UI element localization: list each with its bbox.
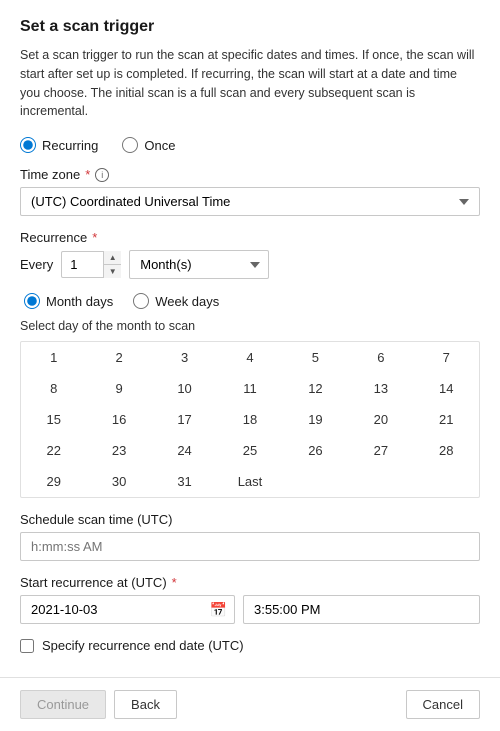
calendar-day-cell[interactable]: 18 [217,404,282,435]
recurrence-row: Every ▲ ▼ Month(s) Week(s) Day(s) [20,250,480,279]
calendar-day-cell[interactable]: 24 [152,435,217,466]
calendar-day-cell[interactable]: 9 [86,373,151,404]
month-days-option[interactable]: Month days [24,293,113,309]
recurrence-section: Recurrence * Every ▲ ▼ Month(s) Week(s) … [20,230,480,279]
calendar-day-cell[interactable]: 23 [86,435,151,466]
calendar-day-cell[interactable]: 12 [283,373,348,404]
date-input-wrap: 📅 [20,595,235,624]
once-radio[interactable] [122,137,138,153]
recurring-label: Recurring [42,138,98,153]
spin-up-button[interactable]: ▲ [104,251,121,265]
start-recurrence-label: Start recurrence at (UTC) [20,575,167,590]
calendar-day-cell[interactable]: 28 [414,435,479,466]
calendar-day-cell[interactable]: Last [217,466,282,497]
calendar-day-cell[interactable]: 27 [348,435,413,466]
calendar-day-cell[interactable]: 20 [348,404,413,435]
timezone-label: Time zone [20,167,80,182]
calendar-day-cell[interactable]: 8 [21,373,86,404]
calendar-day-cell[interactable]: 14 [414,373,479,404]
month-days-radio[interactable] [24,293,40,309]
calendar-day-cell[interactable]: 26 [283,435,348,466]
calendar-day-cell[interactable]: 4 [217,342,282,373]
timezone-info-icon[interactable]: i [95,168,109,182]
calendar-day-cell[interactable]: 29 [21,466,86,497]
calendar-section: Select day of the month to scan 12345678… [20,319,480,498]
footer-left-buttons: Continue Back [20,690,177,719]
calendar-day-cell[interactable]: 25 [217,435,282,466]
month-days-label: Month days [46,294,113,309]
timezone-select-wrapper: (UTC) Coordinated Universal Time [20,187,480,216]
week-days-radio[interactable] [133,293,149,309]
start-recurrence-row: 📅 [20,595,480,624]
recurrence-label: Recurrence [20,230,87,245]
period-select[interactable]: Month(s) Week(s) Day(s) [129,250,269,279]
calendar-day-cell[interactable]: 3 [152,342,217,373]
recurrence-required: * [92,230,97,245]
timezone-section: Time zone * i (UTC) Coordinated Universa… [20,167,480,216]
calendar-sub-label: Select day of the month to scan [20,319,480,333]
calendar-day-cell[interactable]: 10 [152,373,217,404]
end-date-label: Specify recurrence end date (UTC) [42,638,244,653]
date-input[interactable] [20,595,235,624]
calendar-day-cell[interactable]: 2 [86,342,151,373]
calendar-day-cell[interactable]: 30 [86,466,151,497]
calendar-day-cell[interactable]: 7 [414,342,479,373]
calendar-day-cell[interactable]: 17 [152,404,217,435]
calendar-day-cell[interactable]: 22 [21,435,86,466]
timezone-required: * [85,167,90,182]
once-option[interactable]: Once [122,137,175,153]
once-label: Once [144,138,175,153]
continue-button[interactable]: Continue [20,690,106,719]
start-recurrence-required: * [172,575,177,590]
calendar-day-cell[interactable]: 16 [86,404,151,435]
trigger-type-radio-group: Recurring Once [20,137,480,153]
schedule-time-label: Schedule scan time (UTC) [20,512,172,527]
calendar-day-cell[interactable]: 6 [348,342,413,373]
calendar-day-cell[interactable]: 15 [21,404,86,435]
calendar-day-cell[interactable]: 5 [283,342,348,373]
recurring-radio[interactable] [20,137,36,153]
timezone-select[interactable]: (UTC) Coordinated Universal Time [20,187,480,216]
start-recurrence-section: Start recurrence at (UTC) * 📅 [20,575,480,624]
calendar-day-cell[interactable]: 1 [21,342,86,373]
end-date-row: Specify recurrence end date (UTC) [20,638,480,653]
schedule-time-input[interactable] [20,532,480,561]
schedule-time-section: Schedule scan time (UTC) [20,512,480,561]
page-description: Set a scan trigger to run the scan at sp… [20,46,480,121]
week-days-label: Week days [155,294,219,309]
end-date-checkbox[interactable] [20,639,34,653]
cancel-button[interactable]: Cancel [406,690,480,719]
calendar-grid: 1234567891011121314151617181920212223242… [20,341,480,498]
back-button[interactable]: Back [114,690,177,719]
calendar-day-cell[interactable]: 19 [283,404,348,435]
week-days-option[interactable]: Week days [133,293,219,309]
recurrence-number-wrap: ▲ ▼ [61,251,121,278]
time-value-input[interactable] [243,595,480,624]
every-label: Every [20,257,53,272]
footer: Continue Back Cancel [0,677,500,731]
spin-down-button[interactable]: ▼ [104,265,121,278]
calendar-day-cell[interactable]: 13 [348,373,413,404]
recurring-option[interactable]: Recurring [20,137,98,153]
calendar-day-cell[interactable]: 21 [414,404,479,435]
page-title: Set a scan trigger [20,18,480,36]
calendar-day-cell[interactable]: 31 [152,466,217,497]
calendar-day-cell[interactable]: 11 [217,373,282,404]
day-type-radio-group: Month days Week days [24,293,480,309]
recurrence-spin-buttons: ▲ ▼ [103,251,121,278]
